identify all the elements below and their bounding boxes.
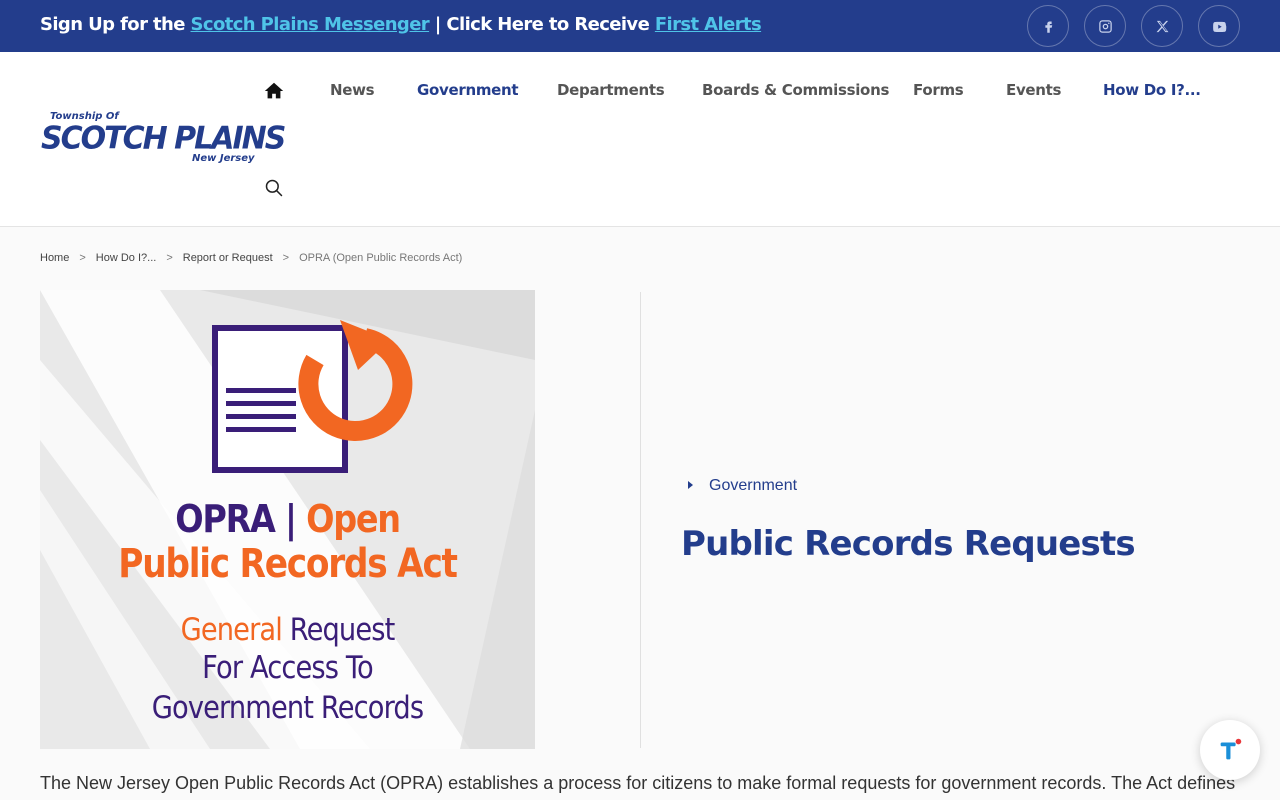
- opra-hero-image: OPRA | Open Public Records Act General R…: [40, 290, 535, 749]
- facebook-icon: [1044, 21, 1052, 33]
- messenger-signup-link[interactable]: Scotch Plains Messenger: [191, 14, 430, 35]
- nav-departments[interactable]: Departments: [557, 81, 665, 99]
- youtube-icon: [1212, 21, 1226, 32]
- opra-acronym: OPRA |: [175, 497, 307, 541]
- caret-right-icon: [688, 480, 693, 489]
- search-icon: [265, 179, 283, 197]
- x-link[interactable]: [1141, 5, 1183, 47]
- chat-logo-icon: [1220, 738, 1242, 760]
- search-button[interactable]: [264, 178, 284, 198]
- nav-home[interactable]: [263, 80, 285, 102]
- opra-heading-line2: Public Records Act: [118, 541, 458, 587]
- column-divider: [640, 292, 641, 748]
- site-logo[interactable]: Township Of SCOTCH PLAINS New Jersey: [40, 110, 286, 170]
- breadcrumb-home[interactable]: Home: [40, 252, 69, 264]
- youtube-link[interactable]: [1198, 5, 1240, 47]
- nav-news[interactable]: News: [330, 81, 375, 99]
- opra-general-word: General: [180, 612, 283, 648]
- opra-request-word: Request: [281, 612, 396, 648]
- opra-sub-line1: General Request: [70, 612, 506, 648]
- breadcrumb: Home > How Do I?... > Report or Request > OPRA…: [40, 252, 462, 264]
- alert-bar: Sign Up for the Scotch Plains Messenger …: [0, 0, 1280, 52]
- chat-widget-button[interactable]: [1200, 720, 1260, 780]
- breadcrumb-separator-icon: >: [79, 252, 86, 264]
- category-link[interactable]: Government: [688, 477, 797, 495]
- category-label: Government: [709, 477, 798, 494]
- page-title: Public Records Requests: [681, 524, 1136, 564]
- breadcrumb-current: OPRA (Open Public Records Act): [299, 252, 463, 264]
- nav-forms[interactable]: Forms: [913, 81, 964, 99]
- opra-sub-line3: Government Records: [151, 690, 424, 726]
- nav-boards-commissions[interactable]: Boards & Commissions: [702, 81, 889, 99]
- opra-heading-line1: OPRA | Open: [70, 497, 506, 541]
- site-header: Township Of SCOTCH PLAINS New Jersey New…: [0, 52, 1280, 227]
- logo-main-text: SCOTCH PLAINS: [41, 120, 286, 157]
- nav-events[interactable]: Events: [1006, 81, 1061, 99]
- home-icon: [264, 82, 284, 99]
- opra-sub-line2: For Access To: [202, 650, 374, 686]
- instagram-link[interactable]: [1084, 5, 1126, 47]
- x-icon: [1156, 20, 1168, 32]
- opra-open-word: Open: [306, 497, 401, 541]
- first-alerts-link[interactable]: First Alerts: [655, 14, 762, 35]
- alert-text-part: | Click Here to Receive: [429, 14, 655, 35]
- breadcrumb-report-request[interactable]: Report or Request: [183, 252, 273, 264]
- nav-how-do-i[interactable]: How Do I?...: [1103, 81, 1201, 99]
- nav-government[interactable]: Government: [417, 81, 519, 99]
- logo-bottom-text: New Jersey: [192, 153, 255, 164]
- breadcrumb-how-do-i[interactable]: How Do I?...: [96, 252, 157, 264]
- facebook-link[interactable]: [1027, 5, 1069, 47]
- breadcrumb-separator-icon: >: [166, 252, 173, 264]
- instagram-icon: [1098, 19, 1112, 33]
- alert-text-part: Sign Up for the: [40, 14, 191, 35]
- alert-text: Sign Up for the Scotch Plains Messenger …: [40, 14, 762, 35]
- intro-paragraph: The New Jersey Open Public Records Act (…: [40, 773, 1236, 793]
- breadcrumb-separator-icon: >: [282, 252, 290, 264]
